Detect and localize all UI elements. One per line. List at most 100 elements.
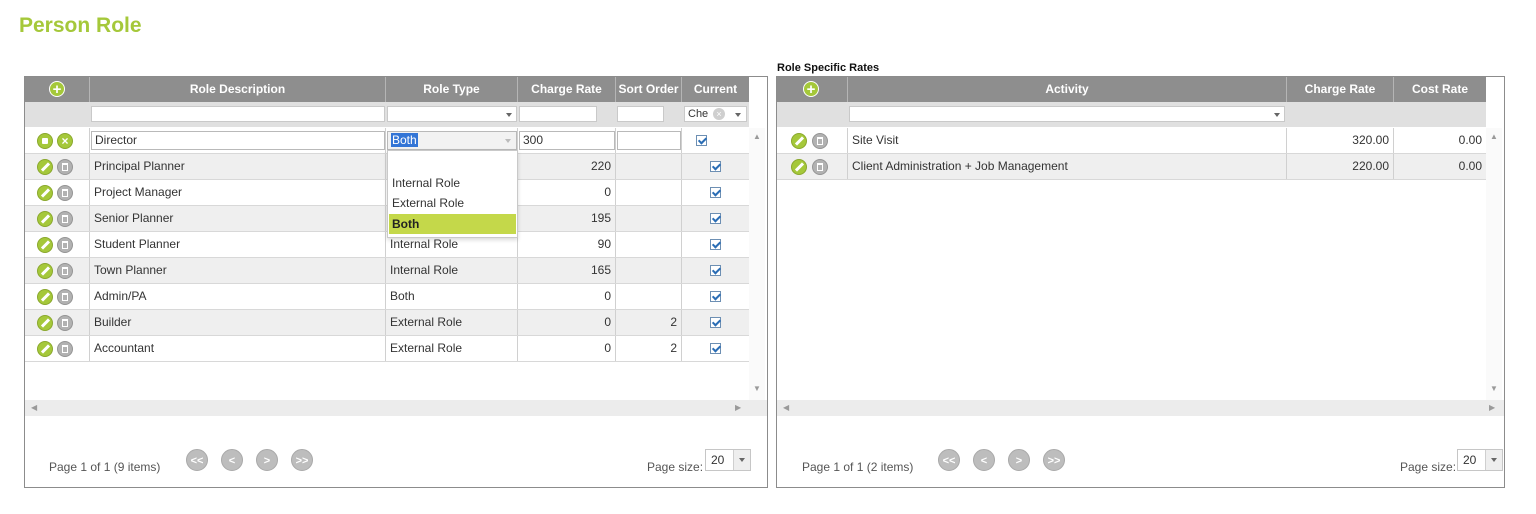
prev-page-button[interactable]: <: [973, 449, 995, 471]
first-page-button[interactable]: <<: [186, 449, 208, 471]
edit-icon[interactable]: [37, 211, 53, 227]
filter-current-select[interactable]: Che ×: [684, 106, 747, 122]
delete-icon[interactable]: [57, 315, 73, 331]
page-size-select[interactable]: 20: [1457, 449, 1503, 471]
cost-rate: 0.00: [1458, 133, 1482, 147]
next-page-button[interactable]: >: [256, 449, 278, 471]
delete-icon[interactable]: [57, 159, 73, 175]
col-charge-rate[interactable]: Charge Rate: [518, 77, 616, 102]
option-both[interactable]: Both: [389, 214, 516, 234]
scroll-right-icon[interactable]: ▶: [1489, 403, 1495, 412]
edit-icon[interactable]: [37, 237, 53, 253]
option-internal-role[interactable]: Internal Role: [389, 173, 516, 193]
add-rate-button[interactable]: +: [803, 81, 819, 98]
delete-icon[interactable]: [812, 159, 828, 175]
current-checkbox[interactable]: [710, 291, 721, 302]
prev-page-button[interactable]: <: [221, 449, 243, 471]
edit-description-input[interactable]: Director: [91, 131, 385, 150]
filter-activity-select[interactable]: [849, 106, 1285, 122]
edit-sort-order-input[interactable]: [617, 131, 681, 150]
filter-charge-rate-input[interactable]: [519, 106, 597, 122]
scroll-down-icon[interactable]: ▼: [753, 384, 761, 393]
delete-icon[interactable]: [57, 185, 73, 201]
role-description: Principal Planner: [90, 154, 386, 179]
table-row[interactable]: Town Planner Internal Role 165: [25, 258, 749, 284]
table-row[interactable]: Accountant External Role 0 2: [25, 336, 749, 362]
edit-role-type-value: Both: [391, 133, 418, 147]
edit-icon[interactable]: [37, 289, 53, 305]
edit-icon[interactable]: [37, 341, 53, 357]
edit-role-type-select[interactable]: Both: [387, 131, 517, 150]
delete-icon[interactable]: [57, 341, 73, 357]
delete-icon[interactable]: [812, 133, 828, 149]
delete-icon[interactable]: [57, 263, 73, 279]
delete-icon[interactable]: [57, 237, 73, 253]
current-checkbox[interactable]: [710, 213, 721, 224]
table-row[interactable]: Builder External Role 0 2: [25, 310, 749, 336]
table-row[interactable]: Site Visit 320.00 0.00: [777, 128, 1486, 154]
last-page-button[interactable]: >>: [291, 449, 313, 471]
delete-icon[interactable]: [57, 289, 73, 305]
page-size-value: 20: [711, 453, 725, 467]
edit-icon[interactable]: [791, 133, 807, 149]
next-page-button[interactable]: >: [1008, 449, 1030, 471]
clear-icon[interactable]: ×: [713, 108, 725, 120]
last-page-button[interactable]: >>: [1043, 449, 1065, 471]
activity: Client Administration + Job Management: [848, 154, 1287, 179]
filter-sort-order-input[interactable]: [617, 106, 664, 122]
col-sort-order[interactable]: Sort Order: [616, 77, 682, 102]
edit-charge-rate-input[interactable]: 300: [519, 131, 615, 150]
scroll-down-icon[interactable]: ▼: [1490, 384, 1498, 393]
charge-rate: 0: [518, 284, 616, 309]
page-size-value: 20: [1463, 453, 1477, 467]
current-checkbox[interactable]: [710, 265, 721, 276]
current-checkbox[interactable]: [710, 317, 721, 328]
col-activity[interactable]: Activity: [848, 77, 1287, 102]
col-rate-charge[interactable]: Charge Rate: [1287, 77, 1394, 102]
table-row[interactable]: Client Administration + Job Management 22…: [777, 154, 1486, 180]
first-page-button[interactable]: <<: [938, 449, 960, 471]
edit-icon[interactable]: [37, 159, 53, 175]
rates-filter-row: [777, 102, 1486, 127]
scroll-right-icon[interactable]: ▶: [735, 403, 741, 412]
col-role-description[interactable]: Role Description: [90, 77, 386, 102]
page-size-label: Page size:: [647, 460, 704, 474]
table-row[interactable]: Admin/PA Both 0: [25, 284, 749, 310]
col-role-type[interactable]: Role Type: [386, 77, 518, 102]
role-description: Town Planner: [90, 258, 386, 283]
edit-icon[interactable]: [37, 315, 53, 331]
col-cost-rate[interactable]: Cost Rate: [1394, 77, 1486, 102]
charge-rate: 0: [518, 336, 616, 361]
current-checkbox[interactable]: [710, 239, 721, 250]
scroll-up-icon[interactable]: ▲: [753, 132, 761, 141]
filter-description-input[interactable]: [91, 106, 385, 122]
edit-icon[interactable]: [791, 159, 807, 175]
option-external-role[interactable]: External Role: [389, 193, 516, 213]
current-checkbox[interactable]: [710, 343, 721, 354]
scroll-left-icon[interactable]: ◀: [783, 403, 789, 412]
chevron-down-icon: [1274, 113, 1280, 117]
current-checkbox[interactable]: [710, 161, 721, 172]
roles-grid: + Role Description Role Type Charge Rate…: [24, 76, 768, 488]
current-checkbox[interactable]: [710, 187, 721, 198]
page-size-select[interactable]: 20: [705, 449, 751, 471]
scroll-up-icon[interactable]: ▲: [1490, 132, 1498, 141]
col-current[interactable]: Current: [682, 77, 749, 102]
add-role-button[interactable]: +: [49, 81, 65, 98]
charge-rate: 195: [518, 206, 616, 231]
roles-horizontal-scrollbar[interactable]: ◀ ▶: [25, 400, 767, 416]
delete-icon[interactable]: [57, 211, 73, 227]
cancel-icon[interactable]: ×: [57, 133, 73, 149]
edit-icon[interactable]: [37, 263, 53, 279]
roles-vertical-scrollbar[interactable]: ▲ ▼: [749, 128, 765, 400]
rates-pager: Page 1 of 1 (2 items) << < > >> Page siz…: [777, 448, 1504, 486]
filter-role-type-select[interactable]: [387, 106, 517, 122]
save-icon[interactable]: [37, 133, 53, 149]
rates-horizontal-scrollbar[interactable]: ◀ ▶: [777, 400, 1504, 416]
rates-vertical-scrollbar[interactable]: ▲ ▼: [1486, 128, 1502, 400]
scroll-left-icon[interactable]: ◀: [31, 403, 37, 412]
edit-icon[interactable]: [37, 185, 53, 201]
role-type: Both: [386, 284, 518, 309]
edit-current-checkbox[interactable]: [696, 135, 707, 146]
rates-grid-header: + Activity Charge Rate Cost Rate: [777, 77, 1486, 102]
